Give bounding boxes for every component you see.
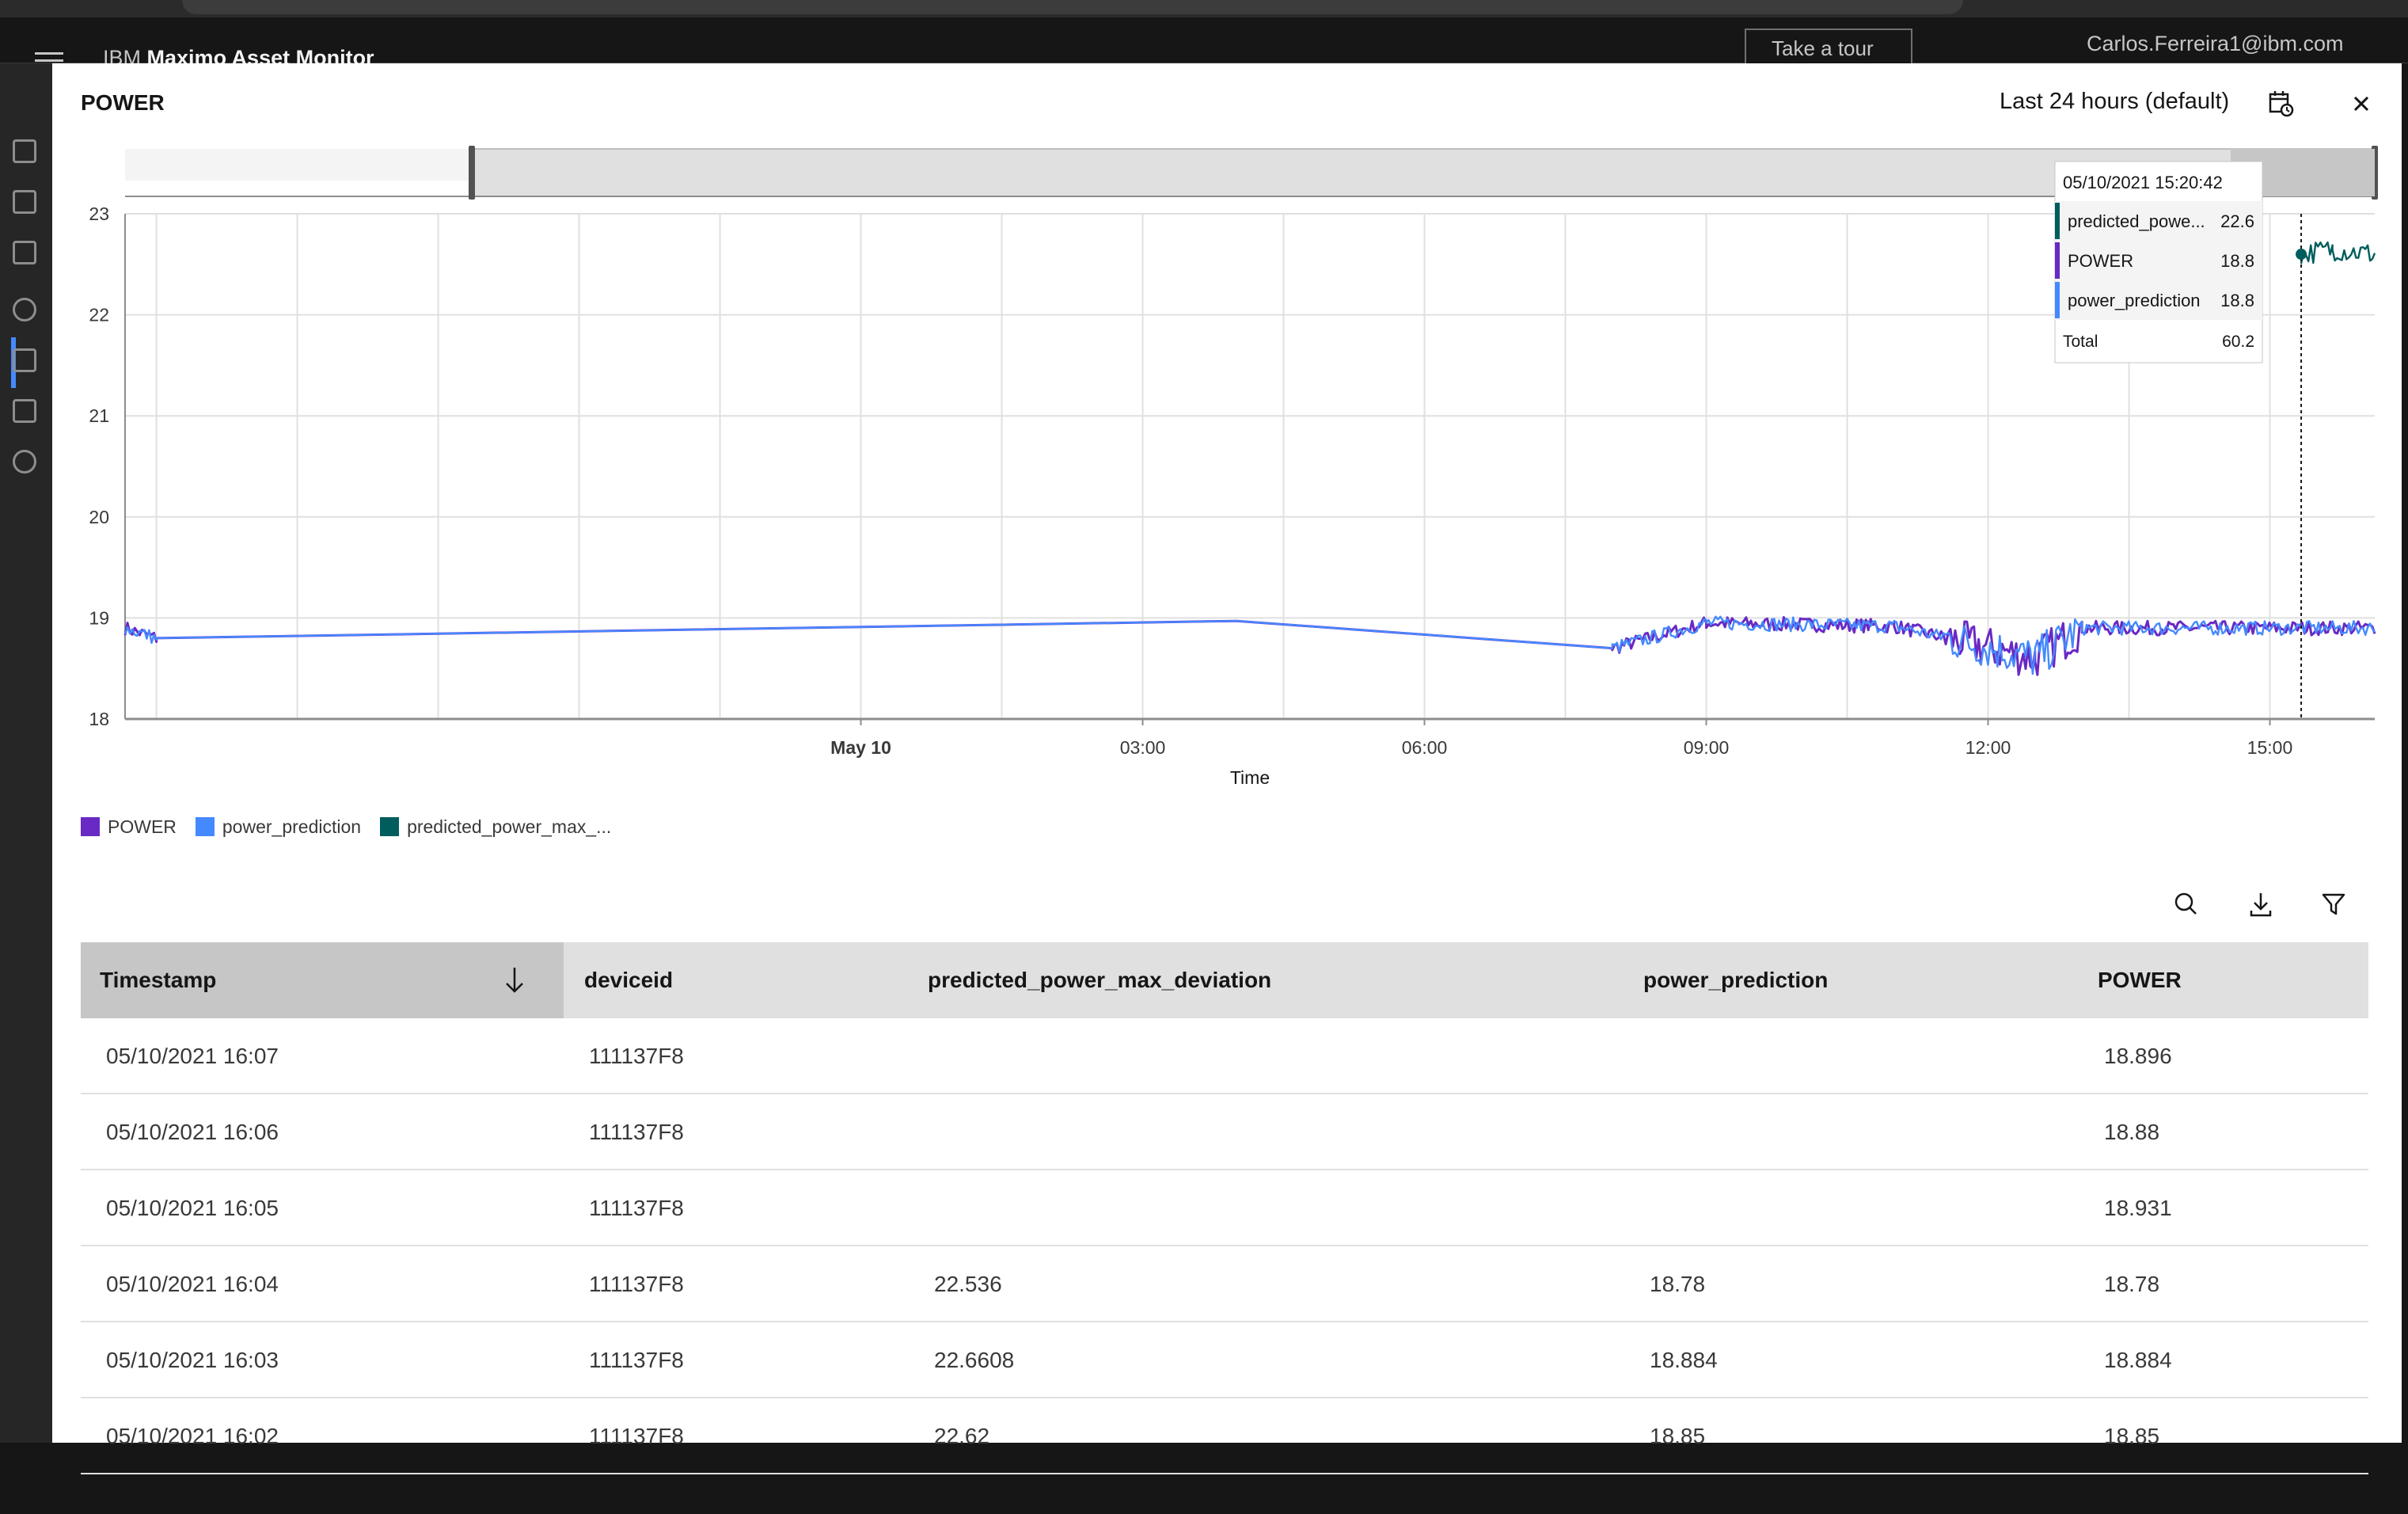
browser-toolbar xyxy=(0,0,2408,17)
column-header-power[interactable]: POWER xyxy=(2098,942,2182,1018)
table-row[interactable]: 05/10/2021 16:04 111137F8 22.536 18.78 18.78 xyxy=(81,1246,2368,1322)
tooltip-row-label: predicted_powe... xyxy=(2068,211,2205,231)
table-row[interactable]: 05/10/2021 16:02 111137F8 22.62 18.85 18.85 xyxy=(81,1398,2368,1474)
legend-item-predicted-power-max[interactable]: predicted_power_max_... xyxy=(380,816,611,838)
tooltip-row-color xyxy=(2055,282,2060,318)
table-row[interactable]: 05/10/2021 16:05 111137F8 18.931 xyxy=(81,1170,2368,1246)
table-cell: 18.85 xyxy=(1650,1424,1706,1448)
table-cell: 18.88 xyxy=(2104,1120,2160,1144)
table-cell: 18.78 xyxy=(1650,1272,1706,1296)
chart-legend: POWER power_prediction predicted_power_m… xyxy=(81,814,630,839)
table-cell: 111137F8 xyxy=(589,1044,684,1068)
column-header-predicted-power-max-deviation[interactable]: predicted_power_max_deviation xyxy=(928,942,1271,1018)
tooltip-row-value: 22.6 xyxy=(2220,211,2254,231)
table-cell: 18.896 xyxy=(2104,1044,2172,1068)
monitor-icon[interactable] xyxy=(13,298,36,321)
tooltip-total-label: Total xyxy=(2063,333,2098,351)
time-brush[interactable] xyxy=(125,146,2378,200)
page-edge xyxy=(2402,63,2408,1443)
chart-tooltip: 05/10/2021 15:20:42 predicted_powe... 22.6… xyxy=(2054,161,2263,363)
table-cell: 05/10/2021 16:07 xyxy=(106,1044,279,1068)
chart-axes: 18 19 20 21 22 23 May 10 03:00 06:00 09:00 12:00 15… xyxy=(89,204,2375,758)
tooltip-row-value: 18.8 xyxy=(2220,251,2254,271)
tooltip-total-value: 60.2 xyxy=(2222,333,2254,351)
table-cell: 111137F8 xyxy=(589,1348,684,1372)
table-row[interactable]: 05/10/2021 16:07 111137F8 18.896 xyxy=(81,1018,2368,1094)
x-tick-label: 06:00 xyxy=(1402,737,1448,758)
table-cell: 22.536 xyxy=(934,1272,1002,1296)
power-line-chart[interactable]: 18 19 20 21 22 23 May 10 03:00 06:00 09:00 12:00 15… xyxy=(52,63,2395,792)
series-line-predicted-power-max-deviation xyxy=(2300,241,2376,264)
y-tick-label: 22 xyxy=(89,305,109,325)
data-table: Timestamp deviceid predicted_power_max_d… xyxy=(81,942,2368,1514)
table-cell: 05/10/2021 16:03 xyxy=(106,1348,279,1372)
table-header: Timestamp deviceid predicted_power_max_d… xyxy=(81,942,2368,1018)
table-cell: 05/10/2021 16:04 xyxy=(106,1272,279,1296)
home-icon[interactable] xyxy=(13,139,36,163)
tooltip-row-label: power_prediction xyxy=(2068,291,2201,310)
table-cell: 22.62 xyxy=(934,1424,990,1448)
table-cell: 18.884 xyxy=(1650,1348,1718,1372)
x-tick-label: May 10 xyxy=(830,737,891,758)
hover-point xyxy=(2296,249,2307,261)
table-cell: 05/10/2021 16:06 xyxy=(106,1120,279,1144)
chart-series xyxy=(123,241,2376,676)
table-cell: 05/10/2021 16:05 xyxy=(106,1196,279,1220)
sort-descending-icon[interactable] xyxy=(500,964,529,996)
table-cell: 22.6608 xyxy=(934,1348,1015,1372)
legend-swatch xyxy=(195,817,215,836)
tooltip-row-color xyxy=(2055,203,2060,239)
y-tick-label: 21 xyxy=(89,405,109,426)
legend-swatch xyxy=(81,817,100,836)
devices-icon[interactable] xyxy=(13,399,36,423)
search-nav-icon[interactable] xyxy=(13,241,36,264)
table-row[interactable]: 05/10/2021 16:06 111137F8 18.88 xyxy=(81,1094,2368,1170)
x-tick-label: 15:00 xyxy=(2247,737,2293,758)
hierarchy-icon[interactable] xyxy=(13,348,36,372)
table-cell: 111137F8 xyxy=(589,1120,684,1144)
user-email[interactable]: Carlos.Ferreira1@ibm.com xyxy=(2087,32,2343,56)
legend-label: POWER xyxy=(108,816,177,837)
tooltip-row-label: POWER xyxy=(2068,251,2133,271)
url-bar[interactable] xyxy=(182,0,1963,14)
dashboard-icon[interactable] xyxy=(13,190,36,214)
y-tick-label: 18 xyxy=(89,709,109,729)
hover-marker xyxy=(2296,214,2307,719)
download-icon[interactable] xyxy=(2243,887,2278,922)
table-cell: 18.85 xyxy=(2104,1424,2160,1448)
table-cell: 111137F8 xyxy=(589,1196,684,1220)
tooltip-time: 05/10/2021 15:20:42 xyxy=(2063,173,2223,192)
legend-label: power_prediction xyxy=(222,816,362,837)
table-cell: 18.884 xyxy=(2104,1348,2172,1372)
x-tick-label: 09:00 xyxy=(1684,737,1730,758)
table-body: 05/10/2021 16:07 111137F8 18.896 05/10/2021… xyxy=(81,1018,2368,1514)
search-icon[interactable] xyxy=(2169,887,2204,922)
tooltip-row-color xyxy=(2055,242,2060,279)
brush-handle-left xyxy=(469,146,475,200)
legend-item-power[interactable]: POWER xyxy=(81,816,177,838)
series-line-power xyxy=(123,616,2376,676)
y-tick-label: 23 xyxy=(89,204,109,224)
legend-swatch xyxy=(380,817,400,836)
table-cell: 111137F8 xyxy=(589,1272,684,1296)
table-row[interactable]: 05/10/2021 16:03 111137F8 22.6608 18.884 18.… xyxy=(81,1322,2368,1398)
column-header-deviceid[interactable]: deviceid xyxy=(584,942,673,1018)
legend-label: predicted_power_max_... xyxy=(407,816,612,837)
x-tick-label: 12:00 xyxy=(1966,737,2011,758)
tooltip-row-value: 18.8 xyxy=(2220,291,2254,310)
y-tick-label: 20 xyxy=(89,507,109,527)
side-nav xyxy=(0,63,52,1443)
table-cell: 111137F8 xyxy=(589,1424,684,1448)
table-cell: 05/10/2021 16:02 xyxy=(106,1424,279,1448)
legend-item-power-prediction[interactable]: power_prediction xyxy=(195,816,362,838)
column-header-power-prediction[interactable]: power_prediction xyxy=(1643,942,1828,1018)
table-cell: 18.78 xyxy=(2104,1272,2160,1296)
y-tick-label: 19 xyxy=(89,607,109,628)
table-cell: 18.931 xyxy=(2104,1196,2172,1220)
x-axis-label: Time xyxy=(1230,767,1270,788)
filter-icon[interactable] xyxy=(2316,887,2351,922)
x-tick-label: 03:00 xyxy=(1120,737,1166,758)
users-icon[interactable] xyxy=(13,450,36,474)
column-header-timestamp[interactable]: Timestamp xyxy=(81,942,564,1018)
